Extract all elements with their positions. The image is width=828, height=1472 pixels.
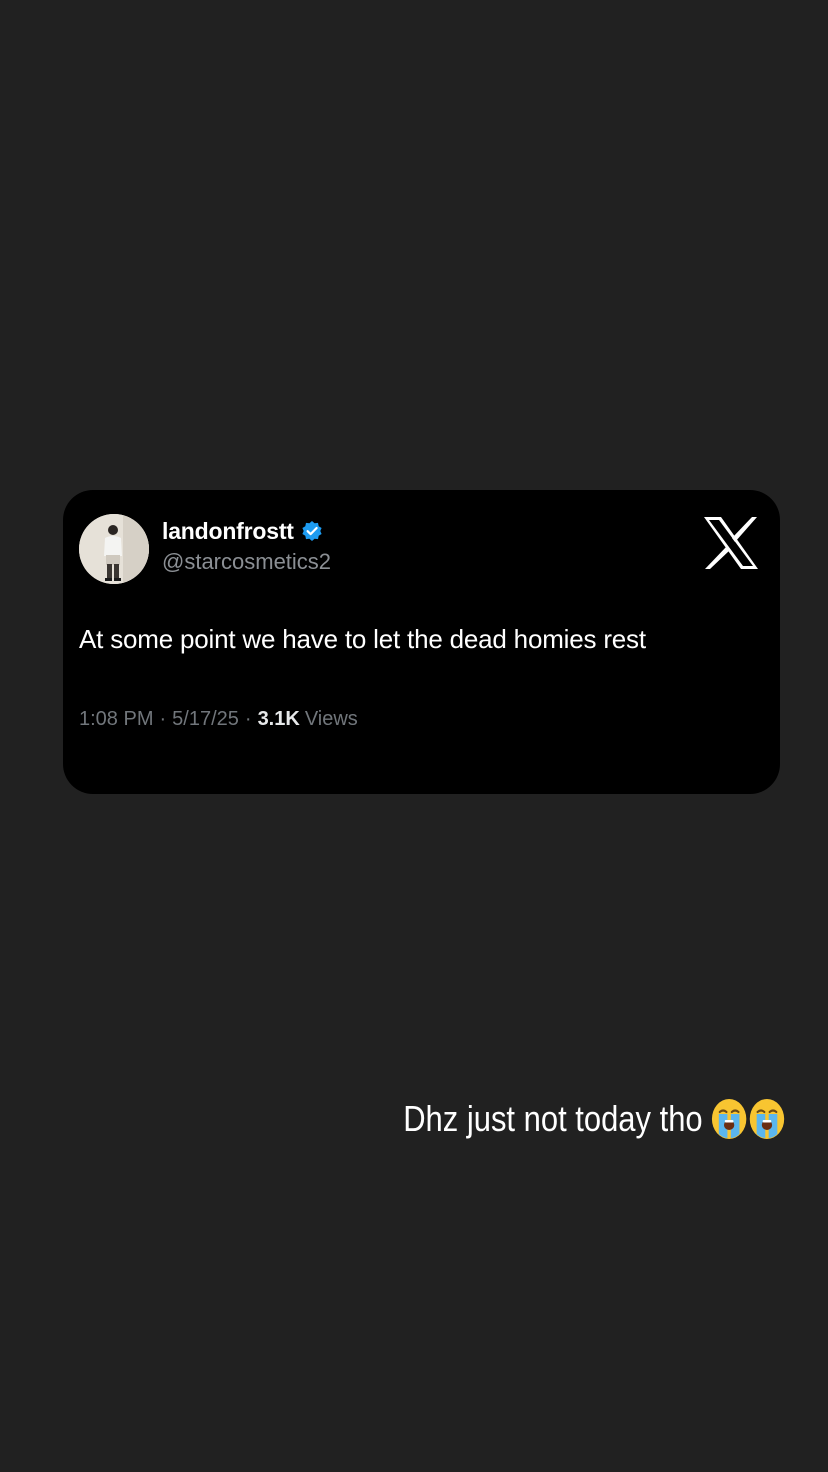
- x-logo-icon: [704, 517, 758, 569]
- display-name[interactable]: landonfrostt: [162, 518, 294, 545]
- views-count: 3.1K: [257, 708, 300, 730]
- story-caption: Dhz just not today tho: [403, 1098, 785, 1140]
- profile-avatar[interactable]: [79, 514, 149, 584]
- caption-text: Dhz just not today tho: [402, 1098, 703, 1139]
- user-handle[interactable]: @starcosmetics2: [162, 549, 331, 575]
- meta-separator: ·: [244, 708, 252, 730]
- views-label: Views: [304, 708, 358, 730]
- tweet-time[interactable]: 1:08 PM: [79, 708, 153, 731]
- author-row: landonfrostt: [162, 516, 323, 546]
- meta-separator: ·: [159, 708, 167, 730]
- loudly-crying-face-icon: [749, 1099, 785, 1139]
- tweet-date[interactable]: 5/17/25: [172, 708, 239, 731]
- tweet-meta: 1:08 PM · 5/17/25 · 3.1K Views: [79, 708, 358, 731]
- caption-emojis: [709, 1098, 785, 1140]
- story-canvas: landonfrostt @starcosmetics2 At some poi…: [0, 0, 828, 1472]
- tweet-card[interactable]: landonfrostt @starcosmetics2 At some poi…: [63, 490, 780, 794]
- loudly-crying-face-icon: [711, 1099, 747, 1139]
- avatar-image: [79, 514, 149, 584]
- tweet-text: At some point we have to let the dead ho…: [79, 624, 646, 654]
- verified-badge-icon: [302, 521, 322, 541]
